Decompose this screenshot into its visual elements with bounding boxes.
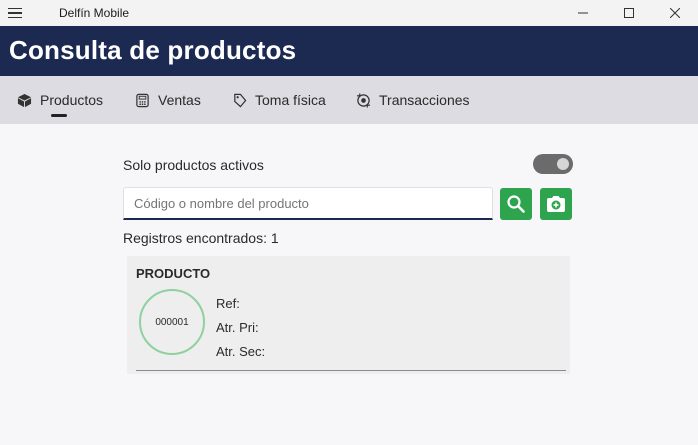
tab-toma-fisica[interactable]: Toma física <box>231 76 326 124</box>
selected-tab-indicator <box>51 114 67 117</box>
app-title: Delfín Mobile <box>59 6 130 20</box>
title-bar: Delfín Mobile <box>0 0 698 26</box>
exchange-icon <box>355 92 371 108</box>
camera-scan-button[interactable] <box>540 188 572 220</box>
ref-label: Ref: <box>216 296 240 311</box>
tag-icon <box>231 92 247 108</box>
minimize-button[interactable] <box>560 0 606 26</box>
window-controls <box>560 0 698 26</box>
box-icon <box>16 92 32 108</box>
card-divider <box>136 370 566 371</box>
maximize-button[interactable] <box>606 0 652 26</box>
attr-secondary-label: Atr. Sec: <box>216 344 266 359</box>
tab-bar: Productos Ventas Toma física Transaccion… <box>0 76 698 124</box>
search-input[interactable] <box>123 187 493 220</box>
page-header: Consulta de productos <box>0 26 698 76</box>
page-title: Consulta de productos <box>9 35 297 65</box>
active-only-toggle[interactable] <box>533 154 573 174</box>
product-code-badge: 000001 <box>139 289 205 355</box>
product-card[interactable]: PRODUCTO 000001 Ref: Atr. Pri: Atr. Sec: <box>127 256 570 374</box>
toggle-knob <box>557 158 569 170</box>
active-only-label: Solo productos activos <box>123 157 264 173</box>
attr-primary-label: Atr. Pri: <box>216 320 259 335</box>
search-icon <box>507 195 525 213</box>
tab-label: Transacciones <box>379 92 470 108</box>
register-icon <box>134 92 150 108</box>
hamburger-menu-icon[interactable] <box>0 0 30 26</box>
product-code: 000001 <box>155 316 189 328</box>
tab-label: Toma física <box>255 92 326 108</box>
product-title: PRODUCTO <box>136 266 211 281</box>
tab-transacciones[interactable]: Transacciones <box>355 76 470 124</box>
camera-icon <box>547 196 565 212</box>
tab-label: Productos <box>40 92 104 108</box>
search-button[interactable] <box>500 188 532 220</box>
tab-label: Ventas <box>158 92 201 108</box>
close-icon <box>670 8 680 18</box>
tab-ventas[interactable]: Ventas <box>134 76 201 124</box>
close-button[interactable] <box>652 0 698 26</box>
maximize-icon <box>624 8 634 18</box>
records-found-label: Registros encontrados: 1 <box>123 230 279 246</box>
minimize-icon <box>578 12 588 14</box>
